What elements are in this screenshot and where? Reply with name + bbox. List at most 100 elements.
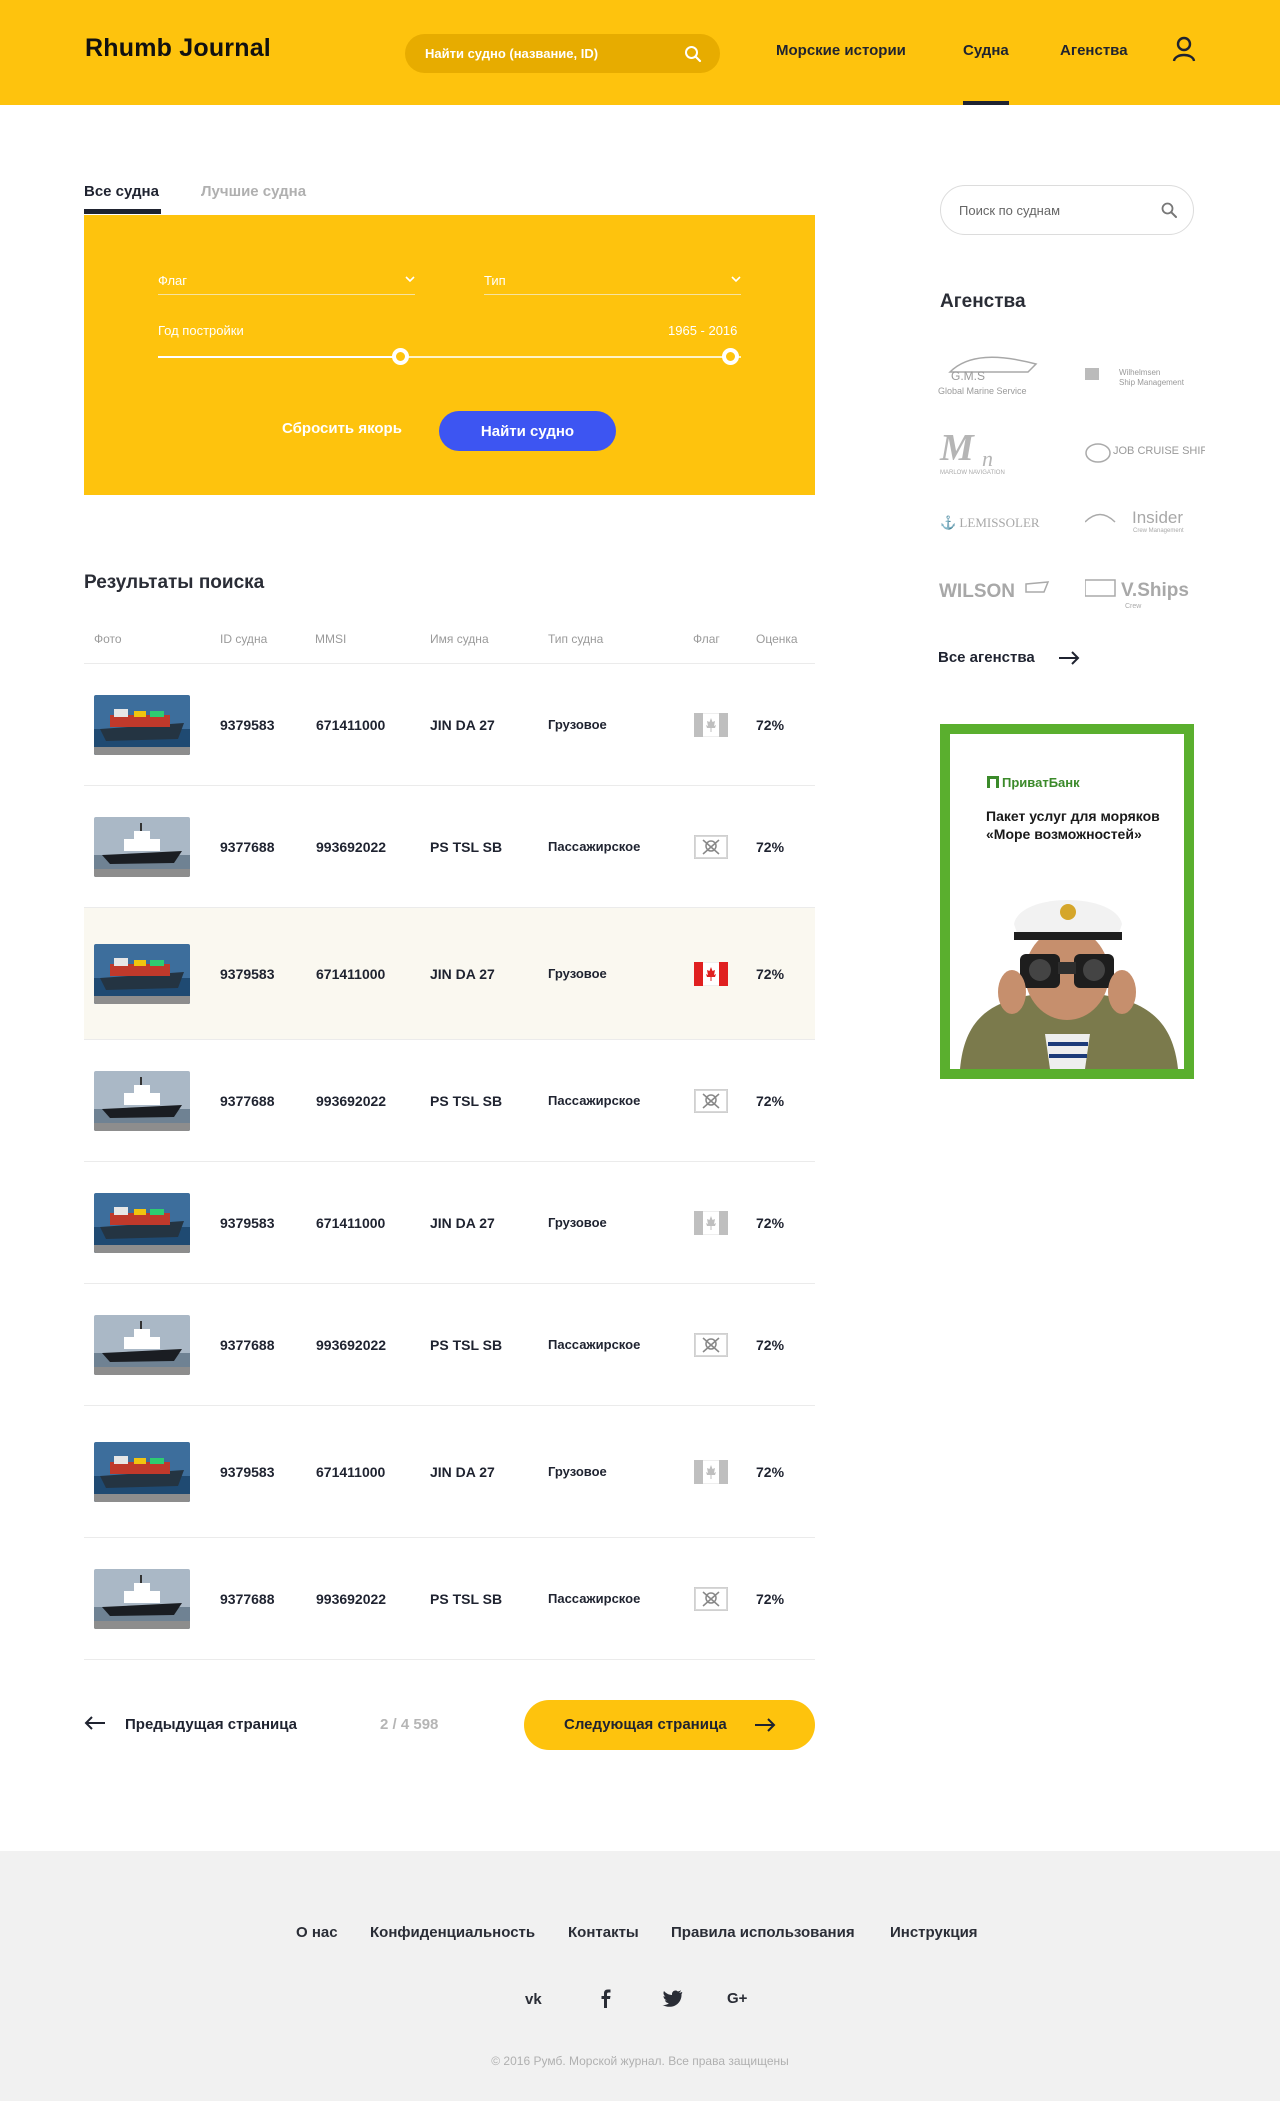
prev-page-link[interactable]: Предыдущая страница <box>125 1716 297 1733</box>
nav-sea-stories[interactable]: Морские истории <box>776 42 906 59</box>
vessel-photo[interactable] <box>94 1569 190 1629</box>
site-footer: О нас Конфиденциальность Контакты Правил… <box>0 1851 1280 2101</box>
row-divider <box>84 1659 815 1660</box>
reset-button[interactable]: Сбросить якорь <box>282 420 402 437</box>
all-agencies-link[interactable]: Все агенства <box>938 649 1035 666</box>
vessel-mmsi: 671411000 <box>316 1464 386 1480</box>
arrow-left-icon[interactable] <box>84 1716 106 1730</box>
flag-select[interactable]: Флаг <box>158 265 415 295</box>
year-slider-max-handle[interactable] <box>722 348 739 365</box>
vessel-name: JIN DA 27 <box>430 966 495 982</box>
pirate-flag-icon <box>693 1332 729 1358</box>
svg-text:V.Ships: V.Ships <box>1121 580 1189 601</box>
pirate-flag-icon <box>693 1088 729 1114</box>
footer-link-privacy[interactable]: Конфиденциальность <box>370 1924 535 1941</box>
vessel-photo[interactable] <box>94 817 190 877</box>
google-plus-icon[interactable]: G+ <box>727 1987 751 2009</box>
table-row[interactable]: 9377688 993692022 PS TSL SB Пассажирское 72% <box>84 1040 815 1161</box>
vessel-name: JIN DA 27 <box>430 717 495 733</box>
sidebar-search <box>940 185 1194 235</box>
vessel-id: 9377688 <box>220 1591 275 1607</box>
vessel-mmsi: 671411000 <box>316 966 386 982</box>
agency-logo-job-cruise-ship[interactable]: JOB CRUISE SHIP <box>1085 440 1208 490</box>
vessel-id: 9377688 <box>220 1093 275 1109</box>
footer-link-instructions[interactable]: Инструкция <box>890 1924 978 1941</box>
column-header-photo: Фото <box>94 632 122 646</box>
privatbank-ad-banner[interactable]: ПриватБанк Пакет услуг для моряков «Море… <box>940 724 1194 1079</box>
agency-logo-vships[interactable]: V.Ships Crew <box>1084 574 1205 624</box>
year-label: Год постройки <box>158 323 244 338</box>
arrow-right-icon <box>755 1718 776 1732</box>
canada-flag-icon <box>693 1210 729 1236</box>
table-row[interactable]: 9379583 671411000 JIN DA 27 Грузовое 72% <box>84 1162 815 1283</box>
agency-logo-lemissoler[interactable]: ⚓ LEMISSOLER <box>938 510 1058 560</box>
footer-link-contacts[interactable]: Контакты <box>568 1924 639 1941</box>
vessel-type: Пассажирское <box>548 839 641 854</box>
vessel-id: 9379583 <box>220 966 275 982</box>
arrow-right-icon[interactable] <box>1058 651 1080 665</box>
year-slider-min-handle[interactable] <box>392 348 409 365</box>
sailor-with-binoculars-image <box>950 874 1184 1069</box>
vessel-score: 72% <box>756 1464 785 1480</box>
logo[interactable]: Rhumb Journal <box>85 34 271 63</box>
vessel-photo[interactable] <box>94 1442 190 1502</box>
nav-active-indicator <box>963 101 1009 105</box>
footer-link-about[interactable]: О нас <box>296 1924 338 1941</box>
vessel-score: 72% <box>756 1591 785 1607</box>
find-vessel-button[interactable]: Найти судно <box>439 411 616 451</box>
svg-text:Ship Management: Ship Management <box>1119 378 1185 387</box>
user-icon[interactable] <box>1172 36 1196 62</box>
vessel-id: 9377688 <box>220 1337 275 1353</box>
table-row[interactable]: 9377688 993692022 PS TSL SB Пассажирское 72% <box>84 1538 815 1659</box>
vessel-type: Пассажирское <box>548 1337 641 1352</box>
next-page-button[interactable]: Следующая страница <box>524 1700 815 1750</box>
vessel-type: Грузовое <box>548 717 607 732</box>
tab-best-vessels[interactable]: Лучшие судна <box>201 183 306 200</box>
pirate-flag-icon <box>693 1586 729 1612</box>
header-search <box>405 34 720 73</box>
vessel-photo[interactable] <box>94 1193 190 1253</box>
table-row[interactable]: 9377688 993692022 PS TSL SB Пассажирское 72% <box>84 1284 815 1405</box>
agency-logo-wilson[interactable]: WILSON <box>938 578 1058 628</box>
table-row[interactable]: 9379583 671411000 JIN DA 27 Грузовое 72% <box>84 908 815 1039</box>
vessel-photo[interactable] <box>94 1315 190 1375</box>
canada-flag-icon <box>693 712 729 738</box>
nav-vessels[interactable]: Судна <box>963 42 1009 59</box>
vessel-photo[interactable] <box>94 944 190 1004</box>
agency-logo-gms[interactable]: G.M.S Global Marine Service <box>938 350 1058 400</box>
footer-link-terms[interactable]: Правила использования <box>671 1924 855 1941</box>
vessel-score: 72% <box>756 1215 785 1231</box>
svg-text:M: M <box>939 428 975 469</box>
canada-flag-icon <box>693 961 729 987</box>
header-search-input[interactable] <box>405 34 675 73</box>
table-row[interactable]: 9377688 993692022 PS TSL SB Пассажирское 72% <box>84 786 815 907</box>
vk-icon[interactable]: vk <box>525 1987 549 2009</box>
nav-agencies[interactable]: Агенства <box>1060 42 1128 59</box>
type-select[interactable]: Тип <box>484 265 741 295</box>
privatbank-logo-icon <box>987 776 999 788</box>
agency-logo-insider[interactable]: Insider Crew Management <box>1084 508 1205 558</box>
next-page-label: Следующая страница <box>564 1716 727 1733</box>
vessel-score: 72% <box>756 839 785 855</box>
column-header-name: Имя судна <box>430 632 489 646</box>
svg-text:Crew Management: Crew Management <box>1133 528 1184 534</box>
tab-all-vessels[interactable]: Все судна <box>84 183 159 200</box>
vessel-id: 9379583 <box>220 717 275 733</box>
agency-logo-marlow[interactable]: Mn MARLOW NAVIGATION <box>938 427 1058 478</box>
vessel-mmsi: 993692022 <box>316 1591 387 1607</box>
table-row[interactable]: 9379583 671411000 JIN DA 27 Грузовое 72% <box>84 664 815 785</box>
twitter-icon[interactable] <box>661 1987 685 2009</box>
vessel-photo[interactable] <box>94 695 190 755</box>
table-row[interactable]: 9379583 671411000 JIN DA 27 Грузовое 72% <box>84 1406 815 1537</box>
agency-logo-wilhelmsen[interactable]: Wilhelmsen Ship Management <box>1085 360 1205 410</box>
column-header-id: ID судна <box>220 632 268 646</box>
facebook-icon[interactable] <box>594 1987 618 2009</box>
ad-headline: Пакет услуг для моряков «Море возможност… <box>986 808 1160 842</box>
copyright: © 2016 Румб. Морской журнал. Все права з… <box>491 2054 789 2068</box>
sidebar-search-input[interactable] <box>941 186 1141 234</box>
svg-text:n: n <box>982 446 993 471</box>
search-icon[interactable] <box>684 45 702 63</box>
vessel-photo[interactable] <box>94 1071 190 1131</box>
search-icon[interactable] <box>1161 202 1177 218</box>
vessel-type: Грузовое <box>548 1215 607 1230</box>
